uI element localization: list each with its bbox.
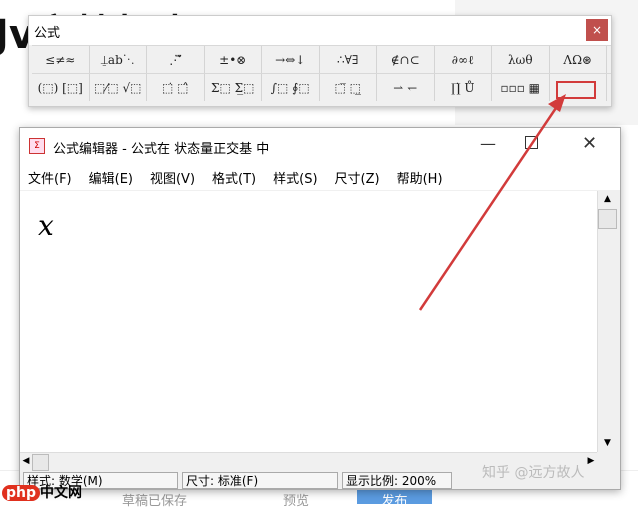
draft-status: 草稿已保存 <box>122 494 188 509</box>
preview-button[interactable]: 预览 <box>283 490 309 509</box>
formula-palette: 公式 × ≤≠≈ ⍊ab⋱ ⋰⃗⃛ ±•⊗ →⇔↓ ∴∀∃ ∉∩⊂ ∂∞ℓ λω… <box>28 15 612 107</box>
status-zoom: 显示比例: 200% <box>342 472 452 489</box>
labeled-arrows-button[interactable]: ⇀ ↽ <box>377 74 435 101</box>
menu-size[interactable]: 尺寸(Z) <box>335 168 380 187</box>
menu-style[interactable]: 样式(S) <box>273 168 317 187</box>
matrices-button[interactable]: ▫▫▫ ▦ <box>492 74 550 101</box>
scripts-button[interactable]: ⬚̇ ⬚̂ <box>147 74 205 101</box>
equation-text: x <box>38 209 54 242</box>
watermark: 知乎 @远方故人 <box>482 465 585 481</box>
bars-button[interactable]: ⬚̅ ⬚̲ <box>320 74 377 101</box>
vertical-scrollbar[interactable]: ▲ ▼ <box>597 191 618 452</box>
operators-button[interactable]: ±•⊗ <box>205 46 262 73</box>
status-size: 尺寸: 标准(F) <box>182 472 338 489</box>
scroll-thumb[interactable] <box>598 209 617 229</box>
summation-button[interactable]: Σ⬚ Σ̲⬚ <box>205 74 262 101</box>
relations-button[interactable]: ≤≠≈ <box>32 46 90 73</box>
scroll-up-icon[interactable]: ▲ <box>598 191 617 208</box>
publish-button[interactable]: 发布 <box>357 490 432 509</box>
scroll-left-icon[interactable]: ◀ <box>20 453 32 470</box>
greek-lower-button[interactable]: λωθ <box>492 46 550 73</box>
embellishments-button[interactable]: ⋰⃗⃛ <box>147 46 205 73</box>
palette-row-1: ≤≠≈ ⍊ab⋱ ⋰⃗⃛ ±•⊗ →⇔↓ ∴∀∃ ∉∩⊂ ∂∞ℓ λωθ ΛΩ⊛ <box>32 45 611 73</box>
products-button[interactable]: ∏̇ Ů <box>435 74 492 101</box>
close-icon[interactable]: ✕ <box>582 133 597 154</box>
palette-row-2: (⬚) [⬚] ⬚⁄⬚ √⬚ ⬚̇ ⬚̂ Σ⬚ Σ̲⬚ ∫⬚ ∮⬚ ⬚̅ ⬚̲ … <box>32 73 611 101</box>
app-icon: Σ <box>29 138 45 154</box>
window-title: 公式编辑器 - 公式在 状态量正交基 中 <box>53 142 270 157</box>
close-button[interactable]: × <box>586 19 608 41</box>
misc-symbols-button[interactable]: ∂∞ℓ <box>435 46 492 73</box>
palette-titlebar[interactable]: 公式 × <box>29 16 611 45</box>
menu-format[interactable]: 格式(T) <box>212 168 256 187</box>
greek-upper-button[interactable]: ΛΩ⊛ <box>550 46 607 73</box>
palette-title: 公式 <box>34 26 61 41</box>
menu-view[interactable]: 视图(V) <box>150 168 195 187</box>
spaces-ellipses-button[interactable]: ⍊ab⋱ <box>90 46 147 73</box>
hscroll-thumb[interactable] <box>32 454 49 471</box>
set-theory-button[interactable]: ∉∩⊂ <box>377 46 435 73</box>
php-logo: php 中文网 <box>2 482 82 502</box>
scroll-right-icon[interactable]: ▶ <box>585 453 597 470</box>
menu-bar: 文件(F) 编辑(E) 视图(V) 格式(T) 样式(S) 尺寸(Z) 帮助(H… <box>20 164 620 190</box>
minimize-icon[interactable]: — <box>480 134 496 153</box>
equation-editor-window: Σ 公式编辑器 - 公式在 状态量正交基 中 — ✕ 文件(F) 编辑(E) 视… <box>19 127 621 490</box>
fences-button[interactable]: (⬚) [⬚] <box>32 74 90 101</box>
menu-edit[interactable]: 编辑(E) <box>89 168 133 187</box>
menu-help[interactable]: 帮助(H) <box>397 168 443 187</box>
menu-file[interactable]: 文件(F) <box>28 168 72 187</box>
maximize-icon[interactable] <box>525 136 538 149</box>
scroll-down-icon[interactable]: ▼ <box>598 435 617 452</box>
equation-area[interactable]: x <box>20 191 597 452</box>
arrows-button[interactable]: →⇔↓ <box>262 46 320 73</box>
editor-titlebar[interactable]: Σ 公式编辑器 - 公式在 状态量正交基 中 — ✕ <box>20 128 620 164</box>
fractions-radicals-button[interactable]: ⬚⁄⬚ √⬚ <box>90 74 147 101</box>
highlighted-empty-button[interactable] <box>550 74 607 101</box>
logic-button[interactable]: ∴∀∃ <box>320 46 377 73</box>
integrals-button[interactable]: ∫⬚ ∮⬚ <box>262 74 320 101</box>
